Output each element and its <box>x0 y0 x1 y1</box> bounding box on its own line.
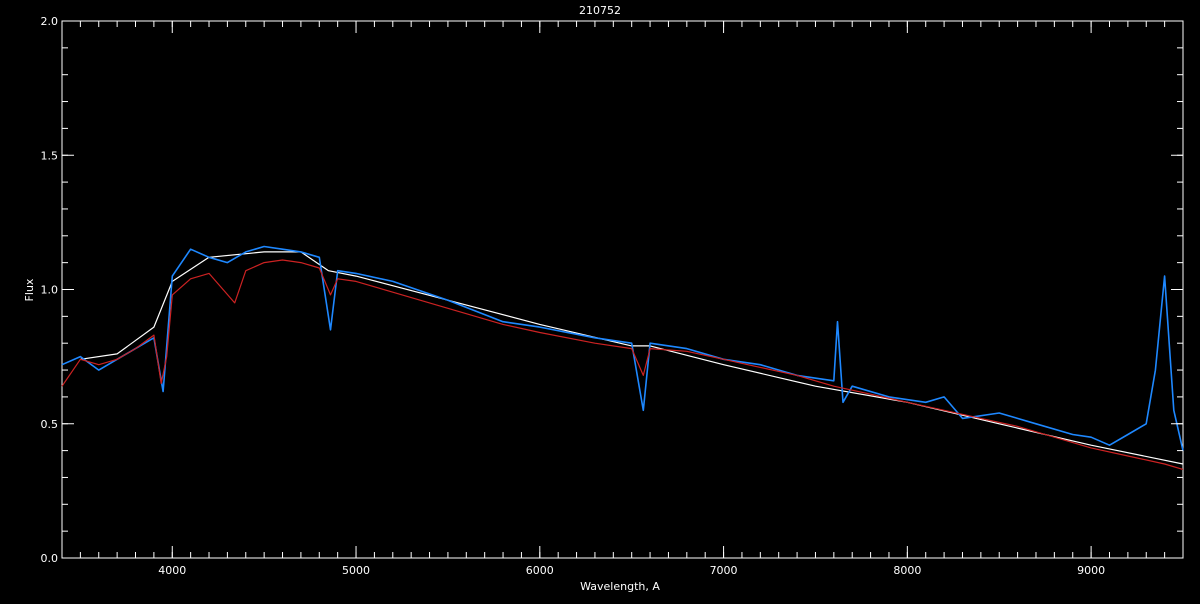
x-tick-label: 9000 <box>1077 564 1105 577</box>
y-tick-label: 0.5 <box>41 418 59 431</box>
y-axis-label: Flux <box>23 278 36 301</box>
x-tick-label: 4000 <box>158 564 186 577</box>
spectrum-chart: 4000 5000 6000 7000 8000 9000 0.0 0.5 1.0 1.5 2.0… <box>0 0 1200 600</box>
x-axis-label: Wavelength, A <box>580 580 660 593</box>
x-tick-label: 5000 <box>342 564 370 577</box>
x-tick-label: 6000 <box>526 564 554 577</box>
y-tick-label: 2.0 <box>41 15 59 28</box>
y-tick-label: 1.0 <box>41 284 59 297</box>
x-tick-label: 8000 <box>893 564 921 577</box>
y-tick-label: 0.0 <box>41 552 59 565</box>
chart-title: 210752 <box>579 4 621 17</box>
x-tick-label: 7000 <box>710 564 738 577</box>
y-tick-label: 1.5 <box>41 149 59 162</box>
chart-background <box>0 0 1200 600</box>
chart-root: 4000 5000 6000 7000 8000 9000 0.0 0.5 1.0 1.5 2.0… <box>0 0 1200 600</box>
